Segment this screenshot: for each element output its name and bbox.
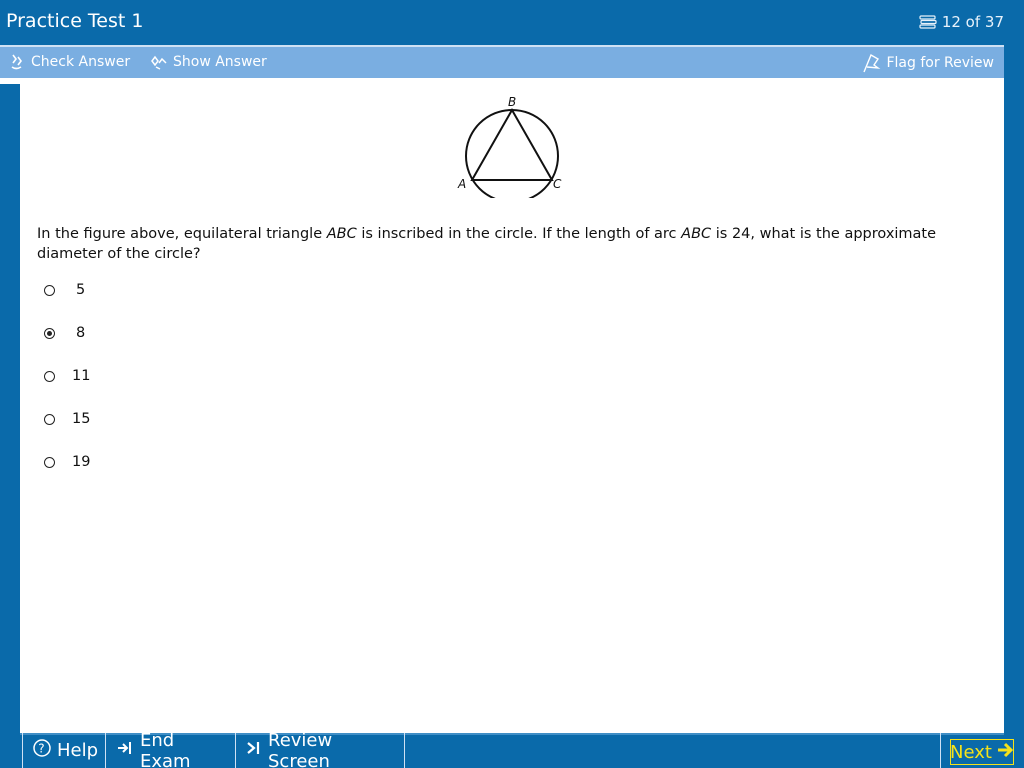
svg-text:?: ? [38,742,44,756]
choice-label: 5 [76,282,86,298]
radio-button[interactable] [44,413,55,425]
choice-option[interactable]: 15 [44,411,90,427]
review-screen-label: Review Screen [268,729,333,768]
check-answer-button[interactable]: Check Answer [10,53,130,71]
choice-label: 11 [72,368,91,384]
choice-option[interactable]: 5 [44,282,85,298]
help-label: Help [57,740,99,761]
bottom-bar: ? Help End Exam Review Screen Next [0,729,1024,768]
radio-button[interactable] [44,284,55,296]
inscribed-triangle-figure: B A C [457,95,562,198]
list-icon [919,15,937,29]
question-panel: B A C In the figure above, equilateral t… [20,78,1004,733]
left-frame-strip [0,78,20,736]
choice-label: 15 [72,411,91,427]
vertex-label-b: B [508,95,516,109]
choice-option[interactable]: 11 [44,368,90,384]
radio-button-selected[interactable] [44,327,55,339]
flag-icon [861,53,881,73]
check-icon [10,53,26,71]
question-counter: 12 of 37 [919,13,1004,31]
review-screen-button[interactable]: Review Screen [236,729,405,768]
next-label: Next [950,741,992,763]
next-button[interactable]: Next [950,739,1014,765]
page-title: Practice Test 1 [6,10,144,32]
toolbar: Check Answer Show Answer Flag for Review [0,45,1004,78]
circle [465,109,559,198]
title-bar: Practice Test 1 12 of 37 [0,0,1024,45]
flag-for-review-button[interactable]: Flag for Review [861,53,994,73]
show-answer-button[interactable]: Show Answer [150,53,267,71]
show-answer-icon [150,53,168,71]
show-answer-label: Show Answer [173,54,267,70]
exit-icon [116,739,134,762]
vertex-label-a: A [457,177,466,191]
end-exam-label: End Exam [140,729,191,768]
skip-to-end-icon [246,739,262,762]
choice-label: 19 [72,454,91,470]
radio-button[interactable] [44,370,55,382]
vertex-label-c: C [553,177,562,191]
choice-label: 8 [76,325,86,341]
help-icon: ? [33,739,51,762]
choice-option[interactable]: 19 [44,454,90,470]
flag-for-review-label: Flag for Review [886,55,994,71]
arrow-right-icon [996,741,1014,764]
check-answer-label: Check Answer [31,54,131,70]
end-exam-button[interactable]: End Exam [106,729,236,768]
help-button[interactable]: ? Help [22,733,106,768]
question-text: In the figure above, equilateral triangl… [37,226,937,262]
choice-option[interactable]: 8 [44,325,85,341]
counter-text: 12 of 37 [941,13,1004,31]
radio-button[interactable] [44,456,55,468]
